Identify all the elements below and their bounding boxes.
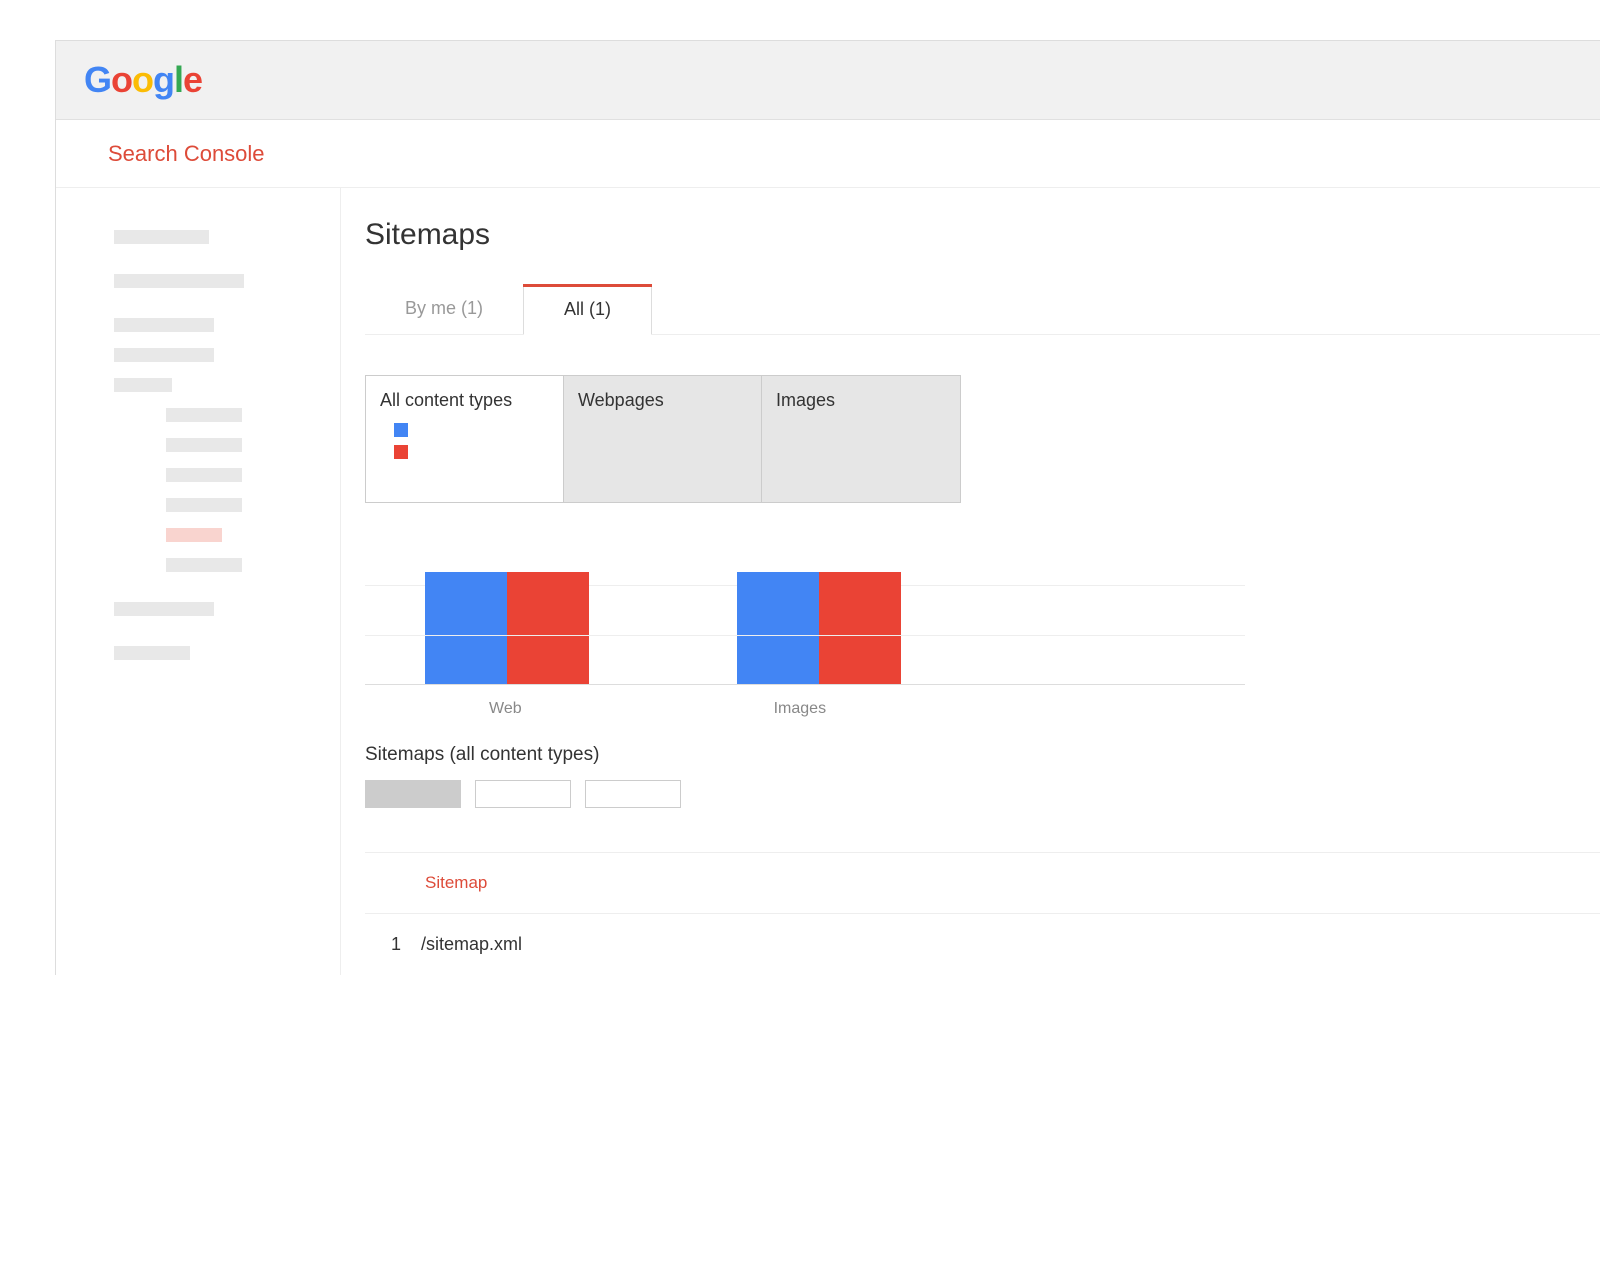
tab-by-me[interactable]: By me (1) <box>365 284 523 334</box>
legend-swatch-red <box>394 445 408 459</box>
filter-option[interactable] <box>475 780 571 808</box>
x-label-images: Images <box>774 700 826 718</box>
google-logo: Google <box>84 59 1600 101</box>
sidebar-item-placeholder[interactable] <box>114 274 244 288</box>
filter-option[interactable] <box>585 780 681 808</box>
panel-label: Webpages <box>578 390 747 411</box>
bar-group-images <box>737 572 901 684</box>
panel-all-content-types[interactable]: All content types <box>366 376 564 502</box>
panel-label: All content types <box>380 390 549 411</box>
subheader: Search Console <box>56 120 1600 188</box>
bar-images-red <box>819 572 901 684</box>
chart-subtitle: Sitemaps (all content types) <box>365 744 1245 766</box>
panel-images[interactable]: Images <box>762 376 960 502</box>
sitemap-path: /sitemap.xml <box>421 934 522 955</box>
sidebar-item-placeholder[interactable] <box>114 318 214 332</box>
sidebar-item-placeholder[interactable] <box>114 230 209 244</box>
sitemap-table: Sitemap 1 /sitemap.xml <box>365 852 1600 975</box>
top-header: Google <box>56 41 1600 120</box>
tabs: By me (1) All (1) <box>365 284 1600 335</box>
table-row[interactable]: 1 /sitemap.xml <box>365 914 1600 975</box>
sidebar-subitem-placeholder[interactable] <box>166 468 242 482</box>
filter-active[interactable] <box>365 780 461 808</box>
legend-swatch-blue <box>394 423 408 437</box>
sidebar-subitem-placeholder[interactable] <box>166 498 242 512</box>
x-label-web: Web <box>489 700 522 718</box>
chart-area: Web Images Sitemaps (all content types) <box>365 573 1245 808</box>
page-title: Sitemaps <box>365 218 1600 252</box>
bar-web-blue <box>425 572 507 684</box>
bar-images-blue <box>737 572 819 684</box>
sidebar-item-placeholder[interactable] <box>114 646 190 660</box>
panel-label: Images <box>776 390 946 411</box>
panel-webpages[interactable]: Webpages <box>564 376 762 502</box>
chart-grid <box>365 573 1245 685</box>
sidebar-subitem-placeholder[interactable] <box>166 558 242 572</box>
bar-group-web <box>425 572 589 684</box>
tab-all[interactable]: All (1) <box>523 284 652 335</box>
sidebar-item-placeholder[interactable] <box>114 348 214 362</box>
sidebar <box>56 188 341 975</box>
table-header: Sitemap <box>365 853 1600 914</box>
sidebar-item-placeholder[interactable] <box>114 602 214 616</box>
bar-web-red <box>507 572 589 684</box>
sidebar-subitem-placeholder[interactable] <box>166 438 242 452</box>
column-header-sitemap[interactable]: Sitemap <box>425 873 487 892</box>
product-name: Search Console <box>108 141 265 166</box>
sidebar-subitem-active-placeholder[interactable] <box>166 528 222 542</box>
row-index: 1 <box>385 934 401 955</box>
sidebar-subitem-placeholder[interactable] <box>166 408 242 422</box>
filter-row <box>365 780 1245 808</box>
x-axis-labels: Web Images <box>365 685 1245 718</box>
content-type-panels: All content types Webpages Images <box>365 375 961 503</box>
sidebar-item-placeholder[interactable] <box>114 378 172 392</box>
